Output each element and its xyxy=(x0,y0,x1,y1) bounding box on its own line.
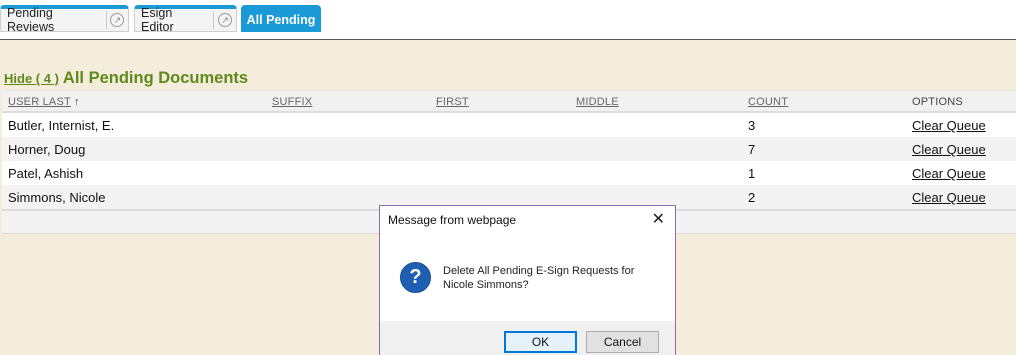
table-row: Horner, Doug 7 Clear Queue xyxy=(2,137,1016,161)
popout-icon[interactable]: ↗ xyxy=(107,13,128,27)
dialog-title: Message from webpage xyxy=(388,213,517,227)
tab-label[interactable]: All Pending xyxy=(247,13,316,27)
clear-queue-link[interactable]: Clear Queue xyxy=(912,190,986,205)
cancel-button[interactable]: Cancel xyxy=(586,331,659,353)
tab-label[interactable]: Esign Editor xyxy=(135,6,213,34)
clear-queue-link[interactable]: Clear Queue xyxy=(912,118,986,133)
cell-count: 1 xyxy=(748,166,756,181)
column-header-first[interactable]: FIRST xyxy=(436,96,469,108)
tab-label[interactable]: Pending Reviews xyxy=(1,6,106,34)
cell-user-last: Patel, Ashish xyxy=(8,166,84,181)
table-row: Patel, Ashish 1 Clear Queue xyxy=(2,161,1016,185)
tab-all-pending[interactable]: All Pending xyxy=(241,5,321,32)
confirm-dialog: Message from webpage ✕ ? Delete All Pend… xyxy=(379,205,676,355)
ok-button[interactable]: OK xyxy=(504,331,577,353)
close-icon[interactable]: ✕ xyxy=(652,212,665,228)
dialog-body: ? Delete All Pending E-Sign Requests for… xyxy=(380,234,675,321)
cell-user-last: Butler, Internist, E. xyxy=(8,118,115,133)
tab-esign-editor[interactable]: Esign Editor ↗ xyxy=(134,5,237,34)
cell-count: 3 xyxy=(748,118,756,133)
table-header-row: USER LAST ↑ SUFFIX FIRST MIDDLE COUNT OPT… xyxy=(2,90,1016,113)
cell-user-last: Horner, Doug xyxy=(8,142,86,157)
table-row: Butler, Internist, E. 3 Clear Queue xyxy=(2,113,1016,137)
dialog-message: Delete All Pending E-Sign Requests for N… xyxy=(443,264,635,291)
column-header-suffix[interactable]: SUFFIX xyxy=(272,96,312,108)
hide-toggle-link[interactable]: Hide ( 4 ) xyxy=(4,71,59,86)
column-header-middle[interactable]: MIDDLE xyxy=(576,96,619,108)
dialog-footer: OK Cancel xyxy=(380,321,675,355)
column-header-options: OPTIONS xyxy=(912,96,963,108)
column-header-user-last[interactable]: USER LAST ↑ xyxy=(8,96,80,108)
clear-queue-link[interactable]: Clear Queue xyxy=(912,142,986,157)
tab-pending-reviews[interactable]: Pending Reviews ↗ xyxy=(0,5,129,34)
section-title: All Pending Documents xyxy=(62,69,249,87)
popout-icon[interactable]: ↗ xyxy=(214,13,236,27)
question-icon: ? xyxy=(400,262,431,293)
cell-count: 7 xyxy=(748,142,756,157)
column-header-count[interactable]: COUNT xyxy=(748,96,788,108)
tab-bar: Pending Reviews ↗ Esign Editor ↗ All Pen… xyxy=(0,0,1016,40)
dialog-titlebar: Message from webpage ✕ xyxy=(380,206,675,234)
cell-user-last: Simmons, Nicole xyxy=(8,190,106,205)
section-header: Hide ( 4 ) All Pending Documents xyxy=(4,69,248,88)
sort-ascending-icon: ↑ xyxy=(73,96,80,108)
cell-count: 2 xyxy=(748,190,756,205)
clear-queue-link[interactable]: Clear Queue xyxy=(912,166,986,181)
